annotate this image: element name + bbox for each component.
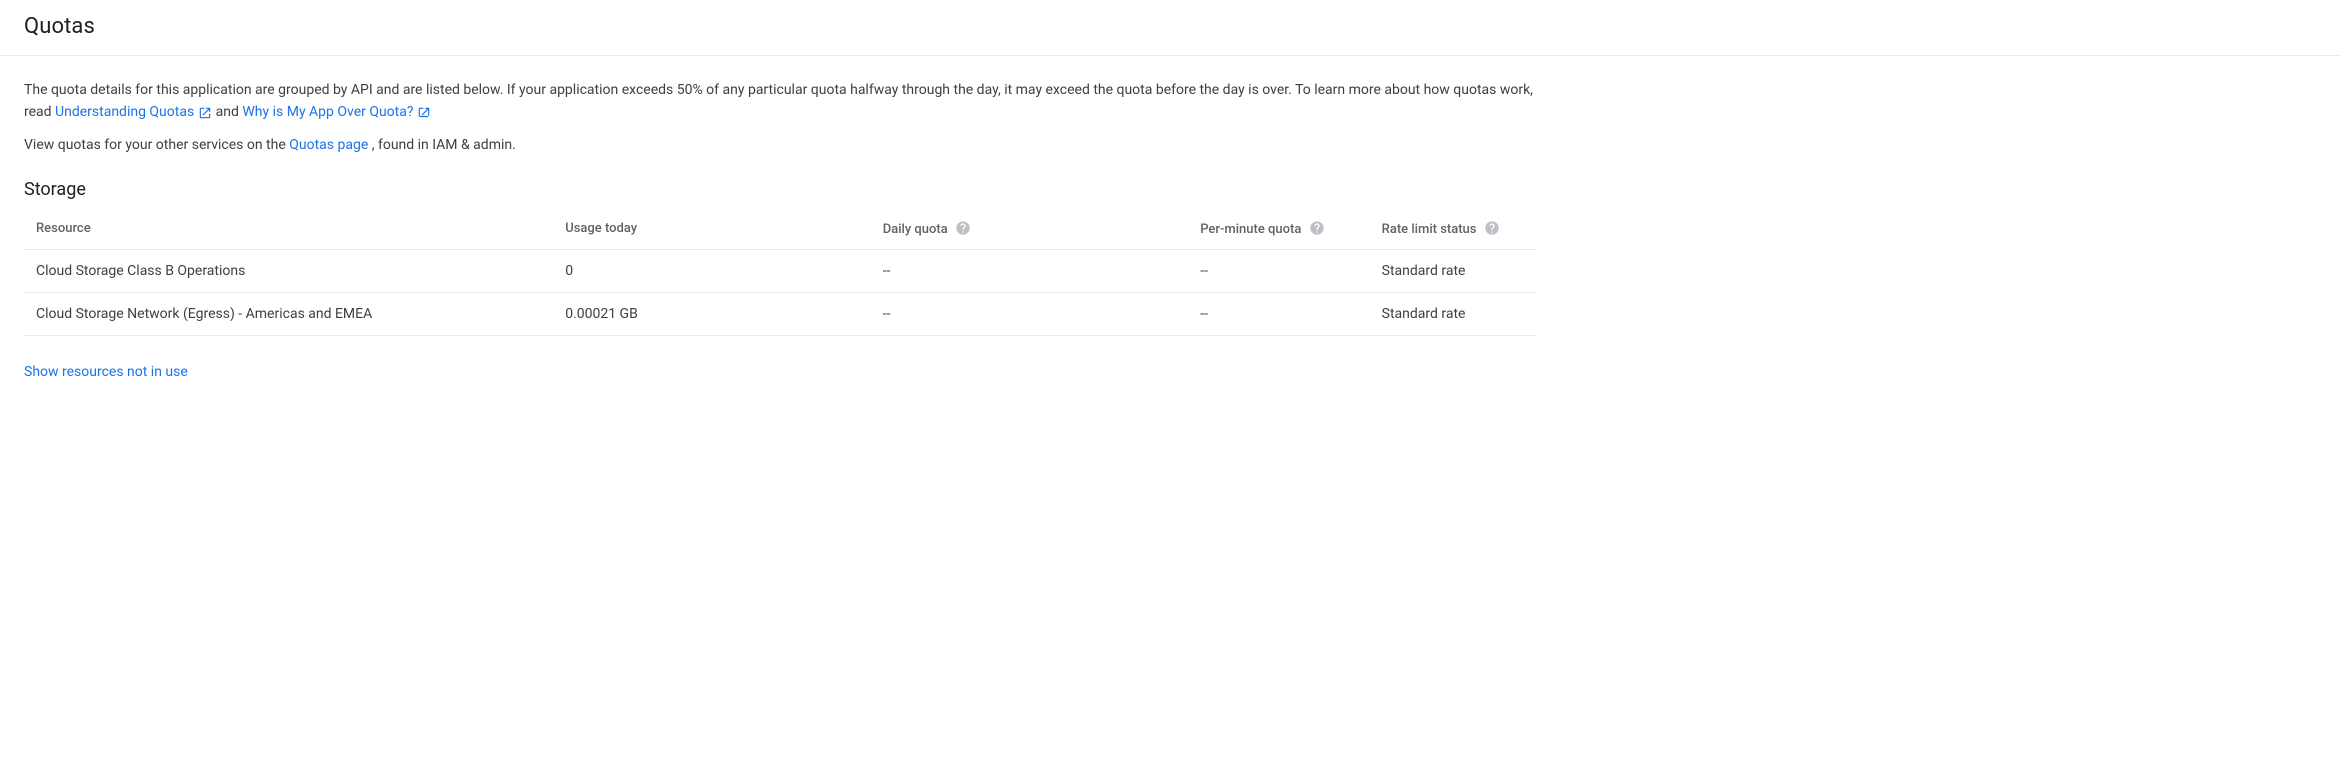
why-over-quota-link[interactable]: Why is My App Over Quota? <box>242 102 431 124</box>
content: The quota details for this application a… <box>0 56 1560 380</box>
intro-text: and <box>216 104 243 120</box>
cell-minute: -- <box>1188 293 1369 336</box>
header-minute: Per-minute quota <box>1188 210 1369 250</box>
cell-minute: -- <box>1188 250 1369 293</box>
header-daily: Daily quota <box>871 210 1189 250</box>
cell-daily: -- <box>871 250 1189 293</box>
cell-rate: Standard rate <box>1370 250 1536 293</box>
page-title: Quotas <box>24 14 2316 39</box>
understanding-quotas-link[interactable]: Understanding Quotas <box>55 102 212 124</box>
page-header: Quotas <box>0 0 2340 56</box>
open-in-new-icon <box>198 106 212 120</box>
quota-table: Resource Usage today Daily quota Per-min… <box>24 210 1536 336</box>
intro-text: View quotas for your other services on t… <box>24 137 289 153</box>
header-usage: Usage today <box>553 210 871 250</box>
header-label: Daily quota <box>883 222 948 237</box>
header-resource: Resource <box>24 210 553 250</box>
header-label: Rate limit status <box>1382 222 1477 237</box>
intro-paragraph-1: The quota details for this application a… <box>24 80 1536 123</box>
help-icon[interactable] <box>1484 220 1500 236</box>
cell-resource: Cloud Storage Class B Operations <box>24 250 553 293</box>
link-label: Understanding Quotas <box>55 102 194 124</box>
header-label: Per-minute quota <box>1200 222 1301 237</box>
cell-daily: -- <box>871 293 1189 336</box>
cell-usage: 0 <box>553 250 871 293</box>
table-header-row: Resource Usage today Daily quota Per-min… <box>24 210 1536 250</box>
show-unused-link[interactable]: Show resources not in use <box>24 364 188 380</box>
open-in-new-icon <box>417 106 431 120</box>
cell-resource: Cloud Storage Network (Egress) - America… <box>24 293 553 336</box>
intro-paragraph-2: View quotas for your other services on t… <box>24 135 1536 157</box>
help-icon[interactable] <box>1309 220 1325 236</box>
quotas-page-link[interactable]: Quotas page <box>289 137 368 153</box>
link-label: Why is My App Over Quota? <box>242 102 413 124</box>
intro-text: , found in IAM & admin. <box>372 137 516 153</box>
header-rate: Rate limit status <box>1370 210 1536 250</box>
help-icon[interactable] <box>955 220 971 236</box>
cell-usage: 0.00021 GB <box>553 293 871 336</box>
section-title: Storage <box>24 179 1536 200</box>
cell-rate: Standard rate <box>1370 293 1536 336</box>
table-row: Cloud Storage Network (Egress) - America… <box>24 293 1536 336</box>
table-row: Cloud Storage Class B Operations 0 -- --… <box>24 250 1536 293</box>
